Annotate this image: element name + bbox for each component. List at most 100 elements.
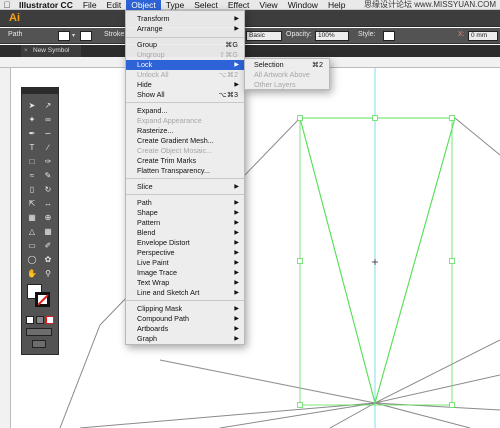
menu-item-clipping-mask[interactable]: Clipping Mask ▶: [126, 304, 244, 314]
menu-item-expand[interactable]: Expand...: [126, 106, 244, 116]
menu-type[interactable]: Type: [161, 0, 189, 10]
selection-tool-icon[interactable]: ➤: [26, 100, 38, 111]
selected-spike-edge: [374, 117, 456, 404]
submenu-arrow-icon: ▶: [234, 290, 239, 296]
hand-tool-icon[interactable]: ✋: [26, 268, 38, 279]
menu-item-show-all[interactable]: Show All ⌥⌘3: [126, 90, 244, 100]
fill-swatch-control[interactable]: [58, 31, 70, 41]
brush-definition-field[interactable]: Basic: [246, 31, 282, 41]
menu-item-live-paint[interactable]: Live Paint ▶: [126, 258, 244, 268]
menu-item-lock[interactable]: Lock ▶: [126, 60, 244, 70]
menu-item-create-gradient-mesh[interactable]: Create Gradient Mesh...: [126, 136, 244, 146]
document-tab[interactable]: × New Symbol: [21, 45, 81, 57]
line-segment-tool-icon[interactable]: ∕: [42, 142, 54, 153]
object-menu-dropdown: Transform ▶ Arrange ▶ Group ⌘G Ungroup ⇧⌘G L…: [125, 10, 245, 345]
menu-separator: [126, 37, 244, 38]
screen-mode-icon[interactable]: [32, 340, 46, 348]
shortcut-label: ⌘G: [225, 40, 238, 49]
eyedropper-tool-icon[interactable]: ✐: [42, 240, 54, 251]
curvature-tool-icon[interactable]: ∽: [42, 128, 54, 139]
submenu-item-selection[interactable]: Selection ⌘2: [245, 60, 329, 70]
blend-tool-icon[interactable]: ◯: [26, 254, 38, 265]
menu-edit[interactable]: Edit: [102, 0, 127, 10]
menu-item-blend[interactable]: Blend ▶: [126, 228, 244, 238]
menu-item-line-and-sketch-art[interactable]: Line and Sketch Art ▶: [126, 288, 244, 298]
shaper-tool-icon[interactable]: ≈: [26, 170, 38, 181]
rotate-tool-icon[interactable]: ↻: [42, 184, 54, 195]
symbol-sprayer-tool-icon[interactable]: ✿: [42, 254, 54, 265]
menu-item-text-wrap[interactable]: Text Wrap ▶: [126, 278, 244, 288]
lasso-tool-icon[interactable]: ∞: [42, 114, 54, 125]
bbox-handle: [297, 115, 303, 121]
menu-item-pattern[interactable]: Pattern ▶: [126, 218, 244, 228]
free-transform-tool-icon[interactable]: ▦: [26, 212, 38, 223]
menu-file[interactable]: File: [78, 0, 102, 10]
menu-help[interactable]: Help: [323, 0, 350, 10]
artboard-canvas[interactable]: [11, 68, 500, 428]
menu-item-create-trim-marks[interactable]: Create Trim Marks: [126, 156, 244, 166]
selection-bounding-box: [299, 117, 453, 406]
close-tab-icon[interactable]: ×: [24, 45, 28, 57]
radial-line: [79, 402, 376, 428]
menu-item-group[interactable]: Group ⌘G: [126, 40, 244, 50]
menu-effect[interactable]: Effect: [223, 0, 255, 10]
menu-app-name[interactable]: Illustrator CC: [14, 0, 78, 10]
menu-item-envelope-distort[interactable]: Envelope Distort ▶: [126, 238, 244, 248]
perspective-grid-tool-icon[interactable]: △: [26, 226, 38, 237]
x-position-field[interactable]: 0 mm: [468, 31, 498, 41]
zoom-tool-icon[interactable]: ⚲: [42, 268, 54, 279]
stroke-color-swatch[interactable]: [35, 292, 50, 307]
menu-item-flatten-transparency[interactable]: Flatten Transparency...: [126, 166, 244, 176]
none-mode-icon[interactable]: [46, 316, 54, 324]
graphic-style-swatch[interactable]: [383, 31, 395, 41]
selected-spike-edge: [299, 117, 376, 404]
submenu-item-other-layers: Other Layers: [254, 80, 296, 89]
opacity-field[interactable]: 100%: [315, 31, 349, 41]
menu-item-artboards[interactable]: Artboards ▶: [126, 324, 244, 334]
menu-item-transform[interactable]: Transform ▶: [126, 14, 244, 24]
eraser-tool-icon[interactable]: ▯: [26, 184, 38, 195]
tools-panel: ➤ ↗ ✦ ∞ ✒ ∽ T ∕ □ ✑ ≈ ✎ ▯ ↻ ⇱ ↔ ▦ ⊕ △ ▦ …: [21, 87, 59, 355]
radial-line: [374, 374, 500, 404]
rectangle-tool-icon[interactable]: □: [26, 156, 38, 167]
menu-select[interactable]: Select: [189, 0, 223, 10]
paintbrush-tool-icon[interactable]: ✑: [42, 156, 54, 167]
radial-line: [374, 402, 471, 428]
menu-view[interactable]: View: [254, 0, 282, 10]
pen-tool-icon[interactable]: ✒: [26, 128, 38, 139]
menu-item-image-trace[interactable]: Image Trace ▶: [126, 268, 244, 278]
application-bar: [0, 10, 500, 27]
width-tool-icon[interactable]: ↔: [42, 198, 54, 209]
gradient-mode-icon[interactable]: [36, 316, 44, 324]
menu-item-slice[interactable]: Slice ▶: [126, 182, 244, 192]
gradient-tool-icon[interactable]: ▭: [26, 240, 38, 251]
type-tool-icon[interactable]: T: [26, 142, 38, 153]
magic-wand-tool-icon[interactable]: ✦: [26, 114, 38, 125]
menu-object[interactable]: Object: [126, 0, 161, 10]
menu-item-arrange[interactable]: Arrange ▶: [126, 24, 244, 34]
radial-line: [374, 402, 500, 411]
stroke-swatch-control[interactable]: [80, 31, 92, 41]
color-mode-icon[interactable]: [26, 316, 34, 324]
menu-item-graph[interactable]: Graph ▶: [126, 334, 244, 344]
drawing-modes-icon[interactable]: [26, 328, 52, 336]
mesh-tool-icon[interactable]: ▦: [42, 226, 54, 237]
menu-window[interactable]: Window: [283, 0, 323, 10]
menu-item-perspective[interactable]: Perspective ▶: [126, 248, 244, 258]
shape-builder-tool-icon[interactable]: ⊕: [42, 212, 54, 223]
fill-dropdown-icon[interactable]: ▾: [72, 32, 75, 39]
apple-icon[interactable]: : [0, 0, 14, 10]
vertical-ruler[interactable]: [0, 68, 11, 428]
menu-item-shape[interactable]: Shape ▶: [126, 208, 244, 218]
pencil-tool-icon[interactable]: ✎: [42, 170, 54, 181]
scale-tool-icon[interactable]: ⇱: [26, 198, 38, 209]
submenu-arrow-icon: ▶: [234, 230, 239, 236]
menu-item-hide[interactable]: Hide ▶: [126, 80, 244, 90]
menu-item-rasterize[interactable]: Rasterize...: [126, 126, 244, 136]
direct-selection-tool-icon[interactable]: ↗: [42, 100, 54, 111]
menu-item-compound-path[interactable]: Compound Path ▶: [126, 314, 244, 324]
tools-panel-grip[interactable]: [22, 88, 58, 94]
opacity-label: Opacity:: [286, 31, 312, 38]
menu-item-path[interactable]: Path ▶: [126, 198, 244, 208]
submenu-arrow-icon: ▶: [234, 250, 239, 256]
